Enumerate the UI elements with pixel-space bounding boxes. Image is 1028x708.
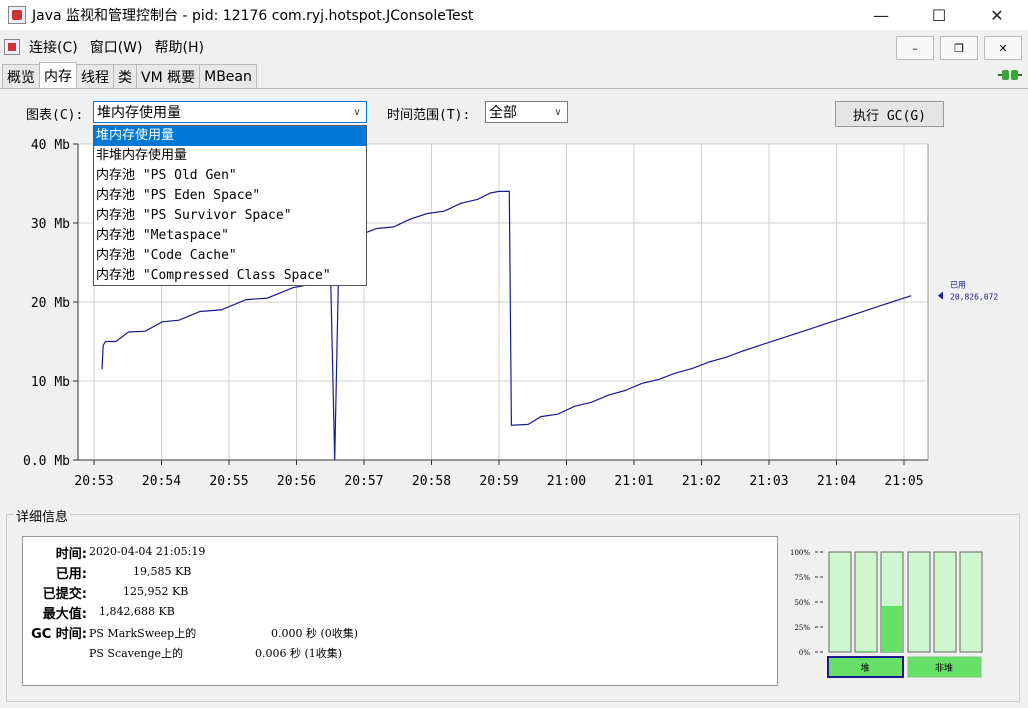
x-tick-label: 20:55 [209, 474, 248, 489]
x-tick-label: 20:57 [344, 474, 383, 489]
x-tick-label: 20:59 [479, 474, 518, 489]
detail-key: 时间: [55, 547, 87, 562]
chart-option[interactable]: 内存池 "Compressed Class Space" [94, 266, 366, 286]
tab-strip: 概览 内存 线程 类 VM 概要 MBean [2, 62, 257, 88]
chart-option[interactable]: 内存池 "PS Survivor Space" [94, 206, 366, 226]
detail-key: 最大值: [42, 607, 87, 622]
pool-tick-label: 50% [794, 599, 810, 607]
detail-value: 1,842,688 KB [99, 605, 175, 618]
details-box: 时间: 2020-04-04 21:05:19 已用: 19,585 KB 已提交: 12… [22, 536, 778, 686]
y-tick-label: 0.0 Mb [23, 454, 70, 469]
maximize-button[interactable]: ☐ [910, 0, 968, 30]
chart-option[interactable]: 堆内存使用量 [94, 126, 366, 146]
heap-button-label: 堆 [860, 663, 869, 674]
time-range-select[interactable]: 全部 ∨ [485, 101, 568, 123]
y-tick-label: 40 Mb [31, 138, 70, 153]
detail-value: 2020-04-04 21:05:19 [89, 545, 206, 558]
window-title: Java 监视和管理控制台 - pid: 12176 com.ryj.hotsp… [32, 8, 474, 24]
x-tick-label: 21:04 [817, 474, 856, 489]
current-value-marker [938, 291, 943, 300]
heap-pool-bar [828, 551, 852, 653]
details-title: 详细信息 [14, 506, 71, 525]
current-value-label: 20,826,072 [950, 293, 998, 302]
heap-pool-bar-fill [882, 606, 902, 652]
detail-key: 已用: [55, 567, 87, 582]
heap-pool-bar-fill [856, 651, 876, 652]
y-tick-label: 20 Mb [31, 296, 70, 311]
chart-select-value: 堆内存使用量 [97, 105, 181, 121]
chart-option[interactable]: 内存池 "PS Old Gen" [94, 166, 366, 186]
chart-option[interactable]: 内存池 "Metaspace" [94, 226, 366, 246]
y-tick-label: 10 Mb [31, 375, 70, 390]
menu-help[interactable]: 帮助(H) [151, 37, 206, 57]
tab-mbean[interactable]: MBean [199, 64, 257, 88]
chart-option[interactable]: 内存池 "PS Eden Space" [94, 186, 366, 206]
tab-threads[interactable]: 线程 [76, 64, 114, 88]
tab-divider [0, 88, 1028, 89]
internal-restore-button[interactable]: ❐ [940, 36, 978, 60]
internal-close-button[interactable]: ✕ [984, 36, 1022, 60]
internal-minimize-button[interactable]: – [896, 36, 934, 60]
chevron-down-icon: ∨ [554, 106, 562, 118]
detail-key: 已提交: [42, 587, 87, 602]
chart-option[interactable]: 非堆内存使用量 [94, 146, 366, 166]
series-legend-label: 已用 [950, 281, 966, 290]
time-range-value: 全部 [489, 105, 517, 121]
heap-pool-bar [854, 551, 878, 653]
title-bar: Java 监视和管理控制台 - pid: 12176 com.ryj.hotsp… [0, 0, 1028, 30]
detail-key: GC 时间: [31, 627, 87, 642]
x-tick-label: 20:56 [277, 474, 316, 489]
menu-window[interactable]: 窗口(W) [87, 37, 146, 57]
y-tick-label: 30 Mb [31, 217, 70, 232]
pool-tick-label: 75% [794, 574, 810, 582]
chart-dropdown-list: 堆内存使用量 非堆内存使用量 内存池 "PS Old Gen" 内存池 "PS Ede… [93, 125, 367, 286]
x-tick-label: 20:58 [412, 474, 451, 489]
x-tick-label: 21:02 [682, 474, 721, 489]
detail-value: 19,585 KB [133, 565, 192, 578]
nonheap-pool-bar [907, 551, 931, 653]
menu-connect[interactable]: 连接(C) [26, 37, 81, 57]
chart-select[interactable]: 堆内存使用量 ∨ [93, 101, 367, 123]
perform-gc-button[interactable]: 执行 GC(G) [835, 101, 944, 127]
nonheap-pool-bar [933, 551, 957, 653]
tab-overview[interactable]: 概览 [2, 64, 40, 88]
detail-value: 125,952 KB [123, 585, 189, 598]
chart-option[interactable]: 内存池 "Code Cache" [94, 246, 366, 266]
detail-value: PS MarkSweep上的 [89, 627, 197, 640]
time-range-label: 时间范围(T): [387, 108, 471, 123]
x-tick-label: 21:00 [547, 474, 586, 489]
gc-time-value: 0.000 秒 (0收集) [271, 627, 359, 640]
menu-bar: 连接(C) 窗口(W) 帮助(H) [0, 34, 1028, 60]
memory-pool-bars: 100% 75% 50% 25% 0% 堆 非堆 [790, 549, 983, 678]
gc-time-value: 0.006 秒 (1收集) [255, 647, 343, 660]
pool-tick-label: 0% [799, 649, 810, 657]
tab-vm-summary[interactable]: VM 概要 [136, 64, 201, 88]
tab-memory[interactable]: 内存 [39, 62, 77, 88]
pool-tick-label: 100% [790, 549, 810, 557]
minimize-button[interactable]: — [852, 0, 910, 30]
close-button[interactable]: ✕ [968, 0, 1026, 30]
x-tick-label: 20:53 [74, 474, 113, 489]
nonheap-button-label: 非堆 [935, 662, 953, 674]
x-tick-label: 20:54 [142, 474, 181, 489]
x-tick-label: 21:01 [614, 474, 653, 489]
nonheap-pool-bar [959, 551, 983, 653]
chevron-down-icon: ∨ [353, 106, 361, 118]
chart-label: 图表(C): [26, 108, 84, 123]
java-internal-frame-icon [4, 39, 20, 55]
detail-value: PS Scavenge上的 [89, 647, 184, 660]
connection-plug-icon [998, 70, 1022, 80]
pool-tick-label: 25% [794, 624, 810, 632]
x-tick-label: 21:05 [884, 474, 923, 489]
x-tick-label: 21:03 [749, 474, 788, 489]
java-app-icon [8, 6, 26, 24]
tab-classes[interactable]: 类 [113, 64, 137, 88]
